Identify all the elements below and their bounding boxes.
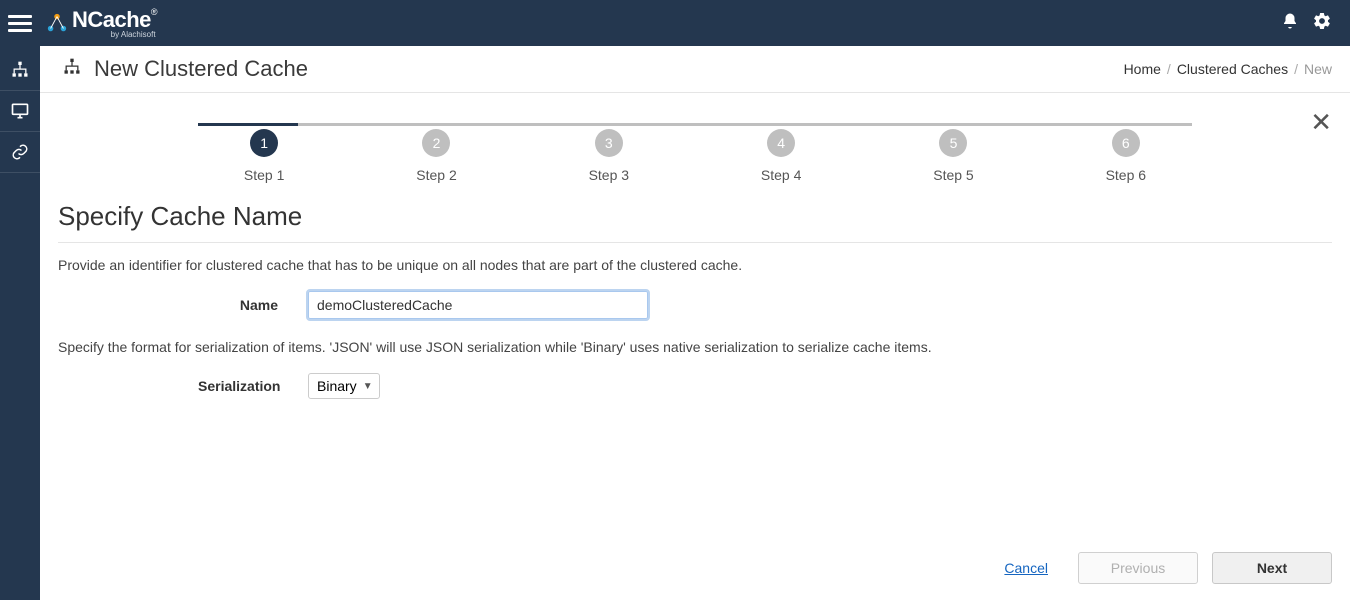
- step-5[interactable]: 5 Step 5: [867, 129, 1039, 183]
- wizard-stepper: 1 Step 1 2 Step 2 3 Step 3 4 Step 4 5 St…: [58, 109, 1332, 195]
- chevron-down-icon: ▼: [363, 381, 373, 392]
- breadcrumb-parent[interactable]: Clustered Caches: [1177, 61, 1288, 77]
- cancel-button[interactable]: Cancel: [1004, 560, 1048, 576]
- breadcrumb-home[interactable]: Home: [1124, 61, 1161, 77]
- sidebar-item-link[interactable]: [0, 132, 40, 172]
- content-area: ✕ 1 Step 1 2 Step 2 3 Step 3 4 Step 4: [40, 93, 1350, 600]
- page-header: New Clustered Cache Home / Clustered Cac…: [40, 46, 1350, 93]
- sidebar-item-cluster[interactable]: [0, 50, 40, 90]
- bell-icon[interactable]: [1274, 12, 1306, 35]
- logo-icon: [46, 12, 68, 34]
- app-logo[interactable]: NCache® by Alachisoft: [46, 7, 158, 39]
- step-1[interactable]: 1 Step 1: [178, 129, 350, 183]
- top-bar: NCache® by Alachisoft: [0, 0, 1350, 46]
- logo-text: NCache: [72, 7, 151, 32]
- cluster-icon: [62, 57, 82, 82]
- settings-icon[interactable]: [1306, 11, 1338, 36]
- breadcrumb: Home / Clustered Caches / New: [1124, 61, 1332, 77]
- serialization-value: Binary: [317, 378, 357, 394]
- step-3[interactable]: 3 Step 3: [523, 129, 695, 183]
- previous-button: Previous: [1078, 552, 1198, 584]
- step-2[interactable]: 2 Step 2: [350, 129, 522, 183]
- section-title: Specify Cache Name: [58, 195, 1332, 242]
- cache-name-input[interactable]: [308, 291, 648, 319]
- sidebar-item-monitor[interactable]: [0, 91, 40, 131]
- serialization-description: Specify the format for serialization of …: [58, 339, 1332, 355]
- next-button[interactable]: Next: [1212, 552, 1332, 584]
- wizard-footer: Cancel Previous Next: [58, 544, 1332, 588]
- hamburger-icon[interactable]: [8, 11, 32, 36]
- page-title: New Clustered Cache: [94, 56, 308, 82]
- name-label: Name: [198, 297, 278, 313]
- step-6[interactable]: 6 Step 6: [1040, 129, 1212, 183]
- name-description: Provide an identifier for clustered cach…: [58, 257, 1332, 273]
- step-4[interactable]: 4 Step 4: [695, 129, 867, 183]
- breadcrumb-current: New: [1304, 61, 1332, 77]
- left-sidebar: [0, 46, 40, 600]
- section-divider: [58, 242, 1332, 243]
- serialization-select[interactable]: Binary ▼: [308, 373, 380, 399]
- serialization-label: Serialization: [198, 378, 278, 394]
